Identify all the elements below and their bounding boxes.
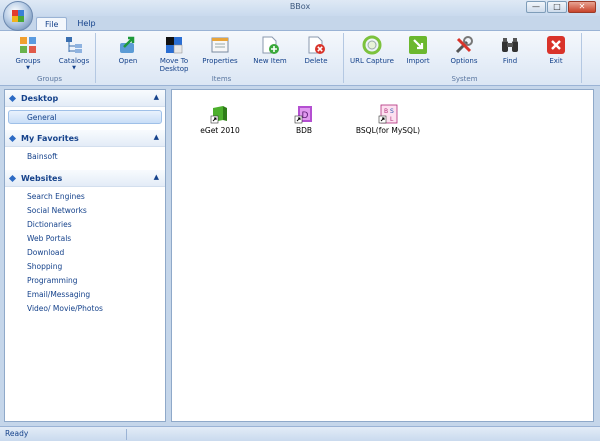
- tab-help[interactable]: Help: [69, 17, 103, 31]
- ribbon: Groups ▼ Catalogs ▼ Groups Open Move To …: [0, 30, 600, 86]
- properties-button[interactable]: Properties: [196, 35, 244, 65]
- catalogs-label: Catalogs: [58, 57, 90, 65]
- sidebar-item-dictionaries[interactable]: Dictionaries: [5, 218, 165, 232]
- move-to-desktop-button[interactable]: Move To Desktop: [150, 35, 198, 73]
- section-bullet-icon: [8, 134, 17, 142]
- close-button[interactable]: ✕: [568, 1, 596, 13]
- open-arrow-icon: [118, 35, 138, 55]
- import-label: Import: [406, 57, 430, 65]
- open-button[interactable]: Open: [104, 35, 152, 65]
- sidebar-item-programming[interactable]: Programming: [5, 274, 165, 288]
- ribbon-group-items: Open Move To Desktop Properties New Item…: [100, 33, 344, 83]
- new-item-icon: [260, 35, 280, 55]
- ribbon-group-label: Items: [211, 75, 232, 83]
- application-menu-button[interactable]: [3, 1, 33, 31]
- section-bullet-icon: [8, 94, 17, 102]
- ribbon-group-system: URL Capture Import Options Find Exit Sys…: [348, 33, 582, 83]
- find-label: Find: [502, 57, 518, 65]
- new-item-button[interactable]: New Item: [246, 35, 294, 65]
- sidebar-section-my-favorites[interactable]: My Favorites ▲: [5, 130, 165, 147]
- desktop-item-eget[interactable]: eGet 2010: [180, 104, 260, 135]
- options-label: Options: [450, 57, 478, 65]
- import-button[interactable]: Import: [394, 35, 442, 65]
- properties-label: Properties: [202, 57, 238, 65]
- title-bar: BBox — □ ✕: [0, 0, 600, 16]
- options-tools-icon: [454, 35, 474, 55]
- sidebar-item-email-messaging[interactable]: Email/Messaging: [5, 288, 165, 302]
- app-logo-icon: [11, 9, 25, 23]
- open-label: Open: [118, 57, 138, 65]
- status-bar: Ready: [0, 426, 600, 441]
- svg-text:D: D: [302, 111, 309, 121]
- section-title: My Favorites: [21, 133, 79, 143]
- options-button[interactable]: Options: [440, 35, 488, 65]
- sidebar-item-shopping[interactable]: Shopping: [5, 260, 165, 274]
- chevron-down-icon: ▼: [72, 65, 76, 71]
- bdb-shortcut-icon: D: [294, 104, 314, 124]
- catalogs-button[interactable]: Catalogs ▼: [50, 35, 98, 71]
- sidebar-section-websites[interactable]: Websites ▲: [5, 170, 165, 187]
- collapse-icon[interactable]: ▲: [154, 133, 159, 141]
- desktop-item-label: BDB: [295, 126, 313, 135]
- sidebar-item-general[interactable]: General: [8, 110, 162, 124]
- collapse-icon[interactable]: ▲: [154, 173, 159, 181]
- exit-label: Exit: [549, 57, 563, 65]
- sidebar-item-video-movie-photos[interactable]: Video/ Movie/Photos: [5, 302, 165, 316]
- minimize-button[interactable]: —: [526, 1, 546, 13]
- section-title: Websites: [21, 173, 63, 183]
- desktop-item-bsql[interactable]: BSL BSQL(for MySQL): [348, 104, 428, 135]
- ribbon-group-label: Groups: [37, 75, 62, 83]
- sidebar: Desktop ▲ General My Favorites ▲ Bainsof…: [4, 89, 166, 422]
- eget-shortcut-icon: [210, 104, 230, 124]
- close-icon: ✕: [578, 2, 586, 11]
- desktop-item-label: eGet 2010: [200, 126, 240, 135]
- move-to-desktop-label: Move To Desktop: [159, 57, 189, 73]
- desktop-item-bdb[interactable]: D BDB: [264, 104, 344, 135]
- groups-label: Groups: [15, 57, 41, 65]
- url-capture-label: URL Capture: [350, 57, 394, 65]
- chevron-down-icon: ▼: [26, 65, 30, 71]
- status-divider: [126, 429, 127, 440]
- ribbon-tabs: File Help: [36, 17, 104, 31]
- ribbon-group-groups: Groups ▼ Catalogs ▼ Groups: [4, 33, 96, 83]
- desktop-item-label: BSQL(for MySQL): [355, 126, 421, 135]
- move-to-desktop-icon: [164, 35, 184, 55]
- import-icon: [408, 35, 428, 55]
- sidebar-item-bainsoft[interactable]: Bainsoft: [5, 150, 165, 164]
- url-capture-button[interactable]: URL Capture: [348, 35, 396, 65]
- delete-button[interactable]: Delete: [292, 35, 340, 65]
- minimize-icon: —: [532, 2, 540, 11]
- bsql-shortcut-icon: BSL: [378, 104, 398, 124]
- maximize-icon: □: [553, 2, 561, 11]
- url-capture-icon: [362, 35, 382, 55]
- groups-icon: [18, 35, 38, 55]
- window-title: BBox: [289, 2, 311, 11]
- sidebar-item-download[interactable]: Download: [5, 246, 165, 260]
- catalogs-icon: [64, 35, 84, 55]
- sidebar-item-web-portals[interactable]: Web Portals: [5, 232, 165, 246]
- desktop-view: eGet 2010 D BDB BSL BSQL(for MySQL): [171, 89, 594, 422]
- svg-text:B: B: [384, 108, 388, 115]
- ribbon-group-label: System: [451, 75, 478, 83]
- section-title: Desktop: [21, 93, 59, 103]
- tab-file[interactable]: File: [36, 17, 68, 31]
- delete-label: Delete: [304, 57, 328, 65]
- new-item-label: New Item: [253, 57, 287, 65]
- collapse-icon[interactable]: ▲: [154, 93, 159, 101]
- maximize-button[interactable]: □: [547, 1, 567, 13]
- exit-button[interactable]: Exit: [532, 35, 580, 65]
- groups-button[interactable]: Groups ▼: [4, 35, 52, 71]
- svg-text:S: S: [390, 108, 394, 115]
- find-button[interactable]: Find: [486, 35, 534, 65]
- sidebar-section-desktop[interactable]: Desktop ▲: [5, 90, 165, 107]
- binoculars-icon: [500, 35, 520, 55]
- properties-icon: [210, 35, 230, 55]
- delete-icon: [306, 35, 326, 55]
- section-bullet-icon: [8, 174, 17, 182]
- exit-icon: [546, 35, 566, 55]
- sidebar-item-search-engines[interactable]: Search Engines: [5, 190, 165, 204]
- status-text: Ready: [5, 429, 29, 438]
- sidebar-item-social-networks[interactable]: Social Networks: [5, 204, 165, 218]
